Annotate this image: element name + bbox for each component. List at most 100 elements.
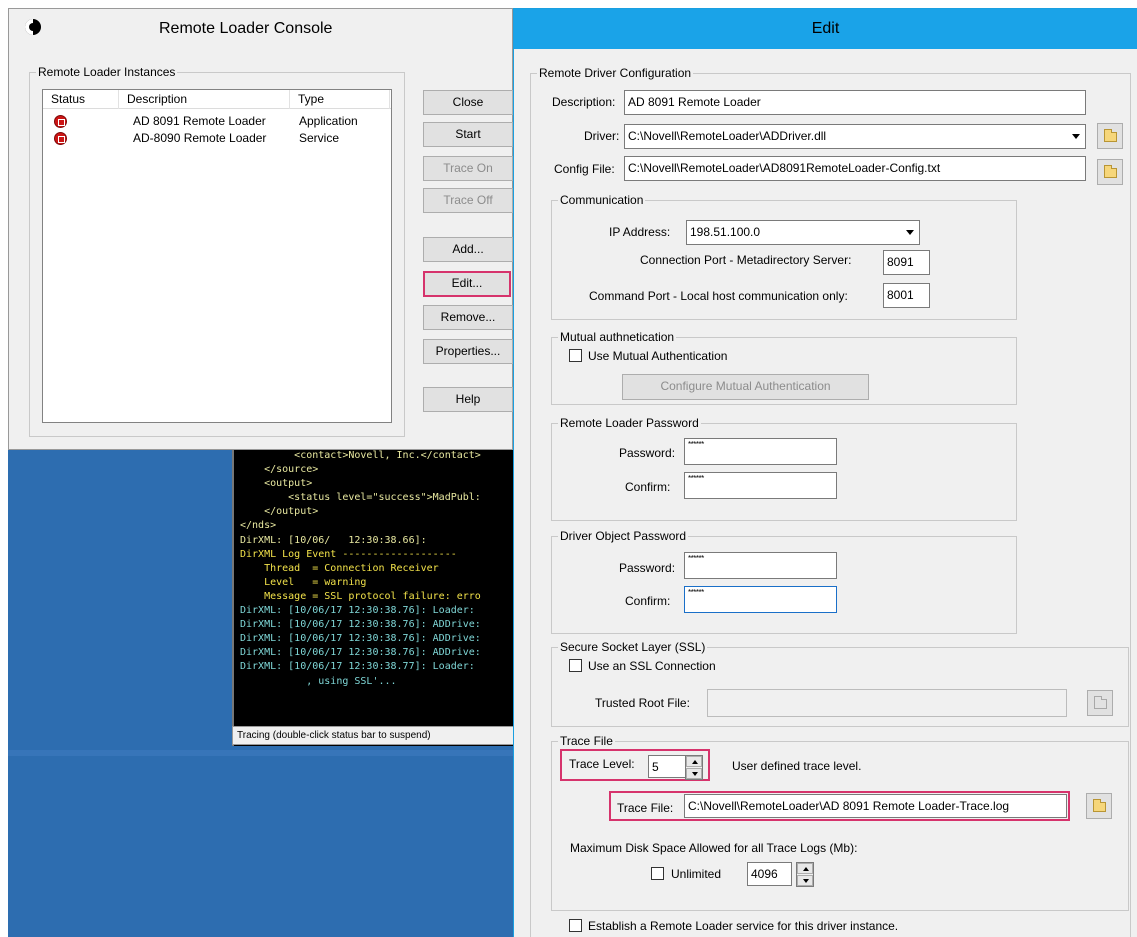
column-type[interactable]: Type	[290, 90, 390, 109]
edit-body: Remote Driver Configuration Description:…	[514, 49, 1137, 937]
stopped-status-icon	[54, 132, 67, 145]
trace-line: DirXML: [10/06/ 12:30:38.66]:	[240, 534, 427, 546]
description-field[interactable]: AD 8091 Remote Loader	[624, 90, 1086, 115]
trace-line: DirXML: [10/06/17 12:30:38.76]: Loader:	[240, 605, 475, 617]
trace-line: </nds>	[240, 520, 277, 532]
list-item[interactable]: AD 8091 Remote Loader Application	[43, 113, 391, 130]
mutual-auth-checkbox[interactable]	[569, 349, 582, 362]
trace-line: Level = warning	[240, 576, 367, 588]
trace-line: </source>	[240, 464, 319, 476]
spin-down-icon[interactable]	[797, 875, 813, 886]
chevron-down-icon[interactable]	[1067, 126, 1084, 147]
unlimited-label: Unlimited	[671, 867, 722, 881]
instance-type: Service	[299, 131, 340, 145]
spin-up-icon[interactable]	[686, 756, 702, 767]
edit-title: Edit	[811, 20, 840, 37]
trace-output: <contact>Novell, Inc.</contact> </source…	[240, 450, 514, 689]
service-checkbox[interactable]	[569, 919, 582, 932]
config-file-label: Config File:	[554, 162, 615, 176]
folder-icon	[1093, 799, 1106, 812]
ssl-checkbox[interactable]	[569, 659, 582, 672]
trace-line: <output>	[240, 478, 313, 490]
console-titlebar: Remote Loader Console	[9, 9, 512, 49]
browse-trace-file-button[interactable]	[1086, 793, 1112, 819]
trace-file-label: Trace File:	[617, 801, 674, 815]
dop-confirm-field[interactable]: ******	[684, 586, 837, 613]
add-button[interactable]: Add...	[423, 237, 513, 262]
service-checkbox-label: Establish a Remote Loader service for th…	[588, 919, 899, 933]
trusted-root-field[interactable]	[707, 689, 1067, 717]
stopped-status-icon	[54, 115, 67, 128]
instance-description: AD-8090 Remote Loader	[133, 131, 267, 145]
edit-dialog: Edit Remote Driver Configuration Descrip…	[513, 8, 1137, 937]
description-label: Description:	[552, 95, 616, 109]
edit-titlebar: Edit	[514, 9, 1137, 49]
trace-line: </output>	[240, 506, 319, 518]
browse-trusted-root-button[interactable]	[1087, 690, 1113, 716]
trusted-root-label: Trusted Root File:	[595, 696, 690, 710]
start-button[interactable]: Start	[423, 122, 513, 147]
max-disk-spinner[interactable]	[796, 862, 814, 887]
edit-button[interactable]: Edit...	[423, 271, 511, 297]
rl-confirm-field[interactable]: ******	[684, 472, 837, 499]
browse-config-file-button[interactable]	[1097, 159, 1123, 185]
connection-port-label: Connection Port - Metadirectory Server:	[640, 253, 852, 267]
trace-line: DirXML: [10/06/17 12:30:38.76]: ADDrive:	[240, 633, 481, 645]
remove-button[interactable]: Remove...	[423, 305, 513, 330]
console-title: Remote Loader Console	[159, 20, 333, 37]
trace-line: DirXML: [10/06/17 12:30:38.76]: ADDrive:	[240, 647, 481, 659]
column-status[interactable]: Status	[43, 90, 119, 109]
folder-icon	[1104, 129, 1117, 142]
trace-level-field[interactable]: 5	[648, 755, 686, 778]
instance-type: Application	[299, 114, 358, 128]
spin-down-icon[interactable]	[686, 768, 702, 779]
trace-file-field[interactable]: C:\Novell\RemoteLoader\AD 8091 Remote Lo…	[684, 794, 1067, 818]
properties-button[interactable]: Properties...	[423, 339, 513, 364]
trace-status-bar[interactable]: Tracing (double-click status bar to susp…	[232, 726, 514, 745]
trace-line: DirXML: [10/06/17 12:30:38.77]: Loader:	[240, 661, 475, 673]
config-file-field[interactable]: C:\Novell\RemoteLoader\AD8091RemoteLoade…	[624, 156, 1086, 181]
list-header: Status Description Type	[43, 90, 391, 109]
browse-driver-button[interactable]	[1097, 123, 1123, 149]
mutual-auth-checkbox-label: Use Mutual Authentication	[588, 349, 728, 363]
driver-object-password-label: Driver Object Password	[558, 529, 689, 543]
dop-password-field[interactable]: ******	[684, 552, 837, 579]
trace-line: Message = SSL protocol failure: erro	[240, 590, 481, 602]
command-port-field[interactable]: 8001	[883, 283, 930, 308]
trace-line: DirXML: [10/06/17 12:30:38.76]: ADDrive:	[240, 619, 481, 631]
help-button[interactable]: Help	[423, 387, 513, 412]
driver-dropdown[interactable]: C:\Novell\RemoteLoader\ADDriver.dll	[624, 124, 1086, 149]
remote-loader-console-window: Remote Loader Console Remote Loader Inst…	[8, 8, 513, 450]
column-description[interactable]: Description	[119, 90, 290, 109]
trace-level-spinner[interactable]	[685, 755, 703, 780]
trace-on-button[interactable]: Trace On	[423, 156, 513, 181]
rl-password-field[interactable]: ******	[684, 438, 837, 465]
unlimited-checkbox[interactable]	[651, 867, 664, 880]
ip-address-label: IP Address:	[609, 225, 671, 239]
remote-driver-config-label: Remote Driver Configuration	[537, 66, 694, 80]
ssl-checkbox-label: Use an SSL Connection	[588, 659, 716, 673]
close-button[interactable]: Close	[423, 90, 513, 115]
configure-mutual-auth-button[interactable]: Configure Mutual Authentication	[622, 374, 869, 400]
spin-up-icon[interactable]	[797, 863, 813, 874]
chevron-down-icon[interactable]	[901, 222, 918, 243]
max-disk-label: Maximum Disk Space Allowed for all Trace…	[570, 841, 858, 855]
rl-password-label: Password:	[619, 446, 676, 460]
trace-level-label: Trace Level:	[569, 757, 635, 771]
trace-off-button[interactable]: Trace Off	[423, 188, 513, 213]
communication-group-label: Communication	[558, 193, 646, 207]
dop-password-label: Password:	[619, 561, 676, 575]
folder-icon	[1094, 696, 1107, 709]
trace-line: DirXML Log Event -------------------	[240, 548, 457, 560]
max-disk-field[interactable]: 4096	[747, 862, 792, 886]
folder-icon	[1104, 165, 1117, 178]
command-port-label: Command Port - Local host communication …	[589, 289, 848, 303]
ip-address-dropdown[interactable]: 198.51.100.0	[686, 220, 920, 245]
instances-list[interactable]: Status Description Type AD 8091 Remote L…	[42, 89, 392, 423]
driver-value: C:\Novell\RemoteLoader\ADDriver.dll	[628, 129, 827, 143]
instance-description: AD 8091 Remote Loader	[133, 114, 266, 128]
list-item[interactable]: AD-8090 Remote Loader Service	[43, 130, 391, 147]
remote-loader-password-label: Remote Loader Password	[558, 416, 701, 430]
trace-console-window: <contact>Novell, Inc.</contact> </source…	[232, 450, 514, 746]
connection-port-field[interactable]: 8091	[883, 250, 930, 275]
